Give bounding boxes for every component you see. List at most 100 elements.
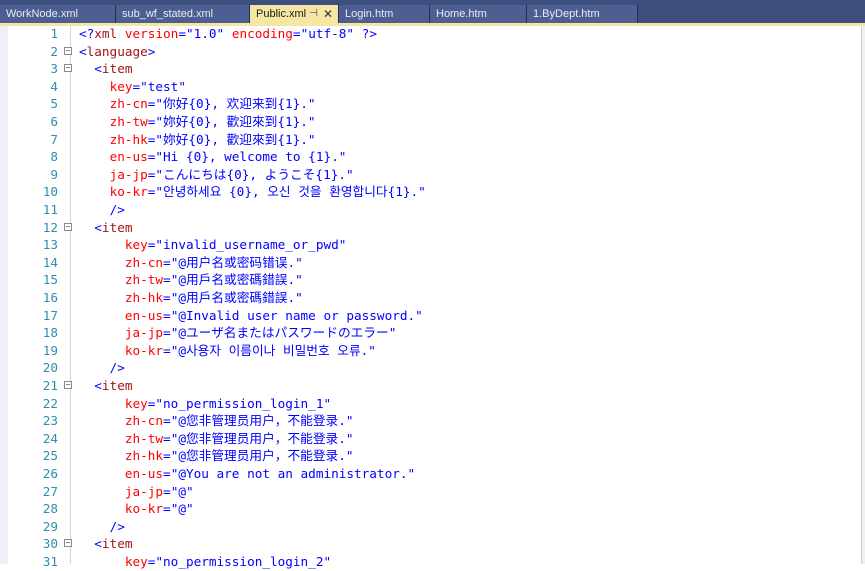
token-val: "@用戶名或密碼錯誤.": [170, 290, 303, 305]
code-line[interactable]: 8 en-us="Hi {0}, welcome to {1}.": [0, 148, 862, 166]
code-editor[interactable]: 1 <?xml version="1.0" encoding="utf-8" ?>…: [0, 25, 865, 569]
code-line[interactable]: 9 ja-jp="こんにちは{0}, ようこそ{1}.": [0, 166, 862, 184]
code-text: key="no_permission_login_1": [79, 395, 331, 413]
code-line[interactable]: 12− <item: [0, 219, 862, 237]
token-attr: zh-hk: [124, 448, 164, 464]
code-line[interactable]: 4 key="test": [0, 78, 862, 96]
code-line[interactable]: 18 ja-jp="@ユーザ名またはパスワードのエラー": [0, 324, 862, 342]
code-text: zh-tw="@用戶名或密碼錯誤.": [79, 271, 303, 289]
line-number: 21: [42, 378, 58, 393]
code-line[interactable]: 2− <language>: [0, 43, 862, 61]
code-line[interactable]: 13 key="invalid_username_or_pwd": [0, 236, 862, 254]
token-br: ?>: [361, 26, 377, 41]
code-line[interactable]: 3− <item: [0, 60, 862, 78]
tab-1-bydept-htm[interactable]: 1.ByDept.htm: [527, 5, 638, 23]
token-eq: =: [163, 342, 171, 358]
collapse-toggle-icon[interactable]: −: [64, 64, 72, 73]
code-line[interactable]: 7 zh-hk="妳好{0}, 歡迎來到{1}.": [0, 131, 862, 149]
code-text: <item: [79, 219, 132, 237]
token-eq: =: [163, 501, 171, 517]
token-attr: key: [124, 554, 148, 569]
token-tag: item: [101, 61, 133, 77]
collapse-toggle-icon[interactable]: −: [64, 539, 72, 548]
code-text: en-us="@Invalid user name or password.": [79, 307, 423, 325]
code-text: ko-kr="@": [79, 500, 194, 518]
code-text: ko-kr="안녕하세요 {0}, 오신 것을 환영합니다{1}.": [79, 183, 426, 201]
document-tab-bar: WorkNode.xml sub_wf_stated.xml Public.xml ⊣…: [0, 0, 865, 23]
token-attr: zh-cn: [124, 254, 164, 270]
token-eq: =: [163, 272, 171, 288]
code-line[interactable]: 27 ja-jp="@": [0, 483, 862, 501]
token-val: "@": [170, 483, 194, 499]
token-br: <: [79, 43, 87, 59]
collapse-toggle-icon[interactable]: −: [64, 46, 72, 55]
line-number: 16: [42, 290, 58, 305]
line-number: 28: [42, 501, 58, 517]
collapse-toggle-icon[interactable]: −: [64, 381, 72, 389]
code-line[interactable]: 5 zh-cn="你好{0}, 欢迎来到{1}.": [0, 95, 862, 113]
code-line[interactable]: 21− <item: [0, 377, 862, 395]
collapse-toggle-icon[interactable]: −: [64, 222, 72, 231]
token-val: "@Invalid user name or password.": [170, 307, 423, 323]
code-line[interactable]: 30− <item: [0, 535, 862, 553]
tab-worknode-xml[interactable]: WorkNode.xml: [0, 5, 116, 23]
code-line[interactable]: 23 zh-cn="@您非管理员用户，不能登录.": [0, 412, 862, 430]
code-line[interactable]: 28 ko-kr="@": [0, 500, 862, 518]
code-line[interactable]: 1 <?xml version="1.0" encoding="utf-8" ?>: [0, 25, 862, 43]
line-number: 11: [42, 202, 58, 217]
line-number: 13: [42, 237, 58, 253]
token-attr: version: [124, 26, 179, 41]
tab-sub-wf-stated-xml[interactable]: sub_wf_stated.xml: [116, 5, 250, 23]
close-icon[interactable]: ✕: [323, 5, 333, 23]
token-attr: ja-jp: [124, 483, 164, 499]
token-val: "@用户名或密码错误.": [170, 254, 303, 270]
token-br: <: [94, 536, 102, 552]
token-attr: zh-hk: [109, 131, 148, 147]
code-line[interactable]: 10 ko-kr="안녕하세요 {0}, 오신 것을 환영합니다{1}.": [0, 183, 862, 201]
code-line[interactable]: 25 zh-hk="@您非管理员用户，不能登录.": [0, 447, 862, 465]
tab-login-htm[interactable]: Login.htm: [339, 5, 430, 23]
token-val: "no_permission_login_2": [155, 554, 332, 569]
code-text: key="invalid_username_or_pwd": [79, 236, 347, 254]
token-br: <: [94, 378, 102, 393]
tab-label: WorkNode.xml: [6, 8, 78, 20]
line-number: 25: [42, 448, 58, 464]
token-val: "妳好{0}, 歡迎來到{1}.": [155, 114, 316, 129]
code-line[interactable]: 14 zh-cn="@用户名或密码错误.": [0, 254, 862, 272]
code-line[interactable]: 11 />: [0, 201, 862, 219]
line-number: 18: [42, 325, 58, 341]
code-line[interactable]: 15 zh-tw="@用戶名或密碼錯誤.": [0, 271, 862, 289]
code-text: />: [79, 201, 125, 219]
code-line[interactable]: 24 zh-tw="@您非管理员用户，不能登录.": [0, 430, 862, 448]
code-text: en-us="Hi {0}, welcome to {1}.": [79, 148, 347, 166]
tab-home-htm[interactable]: Home.htm: [430, 5, 527, 23]
token-val: "@You are not an administrator.": [170, 466, 416, 481]
code-line[interactable]: 20 />: [0, 359, 862, 377]
tab-label: Home.htm: [436, 8, 487, 20]
token-val: "@您非管理员用户，不能登录.": [170, 413, 354, 429]
code-line[interactable]: 17 en-us="@Invalid user name or password…: [0, 307, 862, 325]
code-line[interactable]: 26 en-us="@You are not an administrator.…: [0, 465, 862, 483]
pin-icon[interactable]: ⊣: [309, 5, 318, 23]
line-number: 31: [42, 554, 58, 569]
token-br: />: [109, 518, 125, 534]
token-br: />: [109, 360, 125, 376]
tab-public-xml[interactable]: Public.xml ⊣ ✕: [250, 5, 339, 23]
code-line[interactable]: 6 zh-tw="妳好{0}, 歡迎來到{1}.": [0, 113, 862, 131]
code-line[interactable]: 22 key="no_permission_login_1": [0, 395, 862, 413]
line-number: 30: [42, 536, 58, 552]
code-line[interactable]: 16 zh-hk="@用戶名或密碼錯誤.": [0, 289, 862, 307]
code-line[interactable]: 19 ko-kr="@사용자 이름이나 비밀번호 오류.": [0, 342, 862, 360]
token-eq: =: [163, 448, 171, 464]
line-number: 22: [42, 395, 58, 411]
line-number: 9: [50, 166, 58, 182]
code-line[interactable]: 31 key="no_permission_login_2": [0, 553, 862, 571]
code-line[interactable]: 29 />: [0, 518, 862, 536]
code-text: <item: [79, 377, 132, 395]
token-eq: =: [178, 26, 186, 41]
